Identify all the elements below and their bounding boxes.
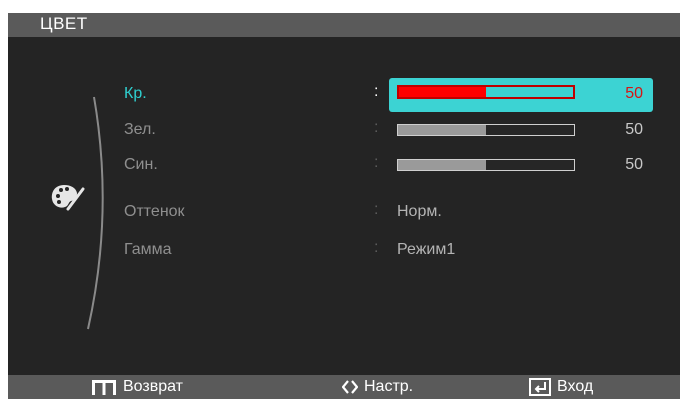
palette-icon bbox=[51, 185, 85, 211]
red-value: 50 bbox=[625, 85, 643, 102]
enter-icon bbox=[529, 378, 551, 396]
menu-item-gamma[interactable]: Гамма bbox=[124, 241, 172, 259]
separator: : bbox=[374, 83, 379, 100]
separator: : bbox=[374, 154, 379, 171]
blue-slider-fill bbox=[398, 160, 486, 170]
gamma-value: Режим1 bbox=[397, 241, 456, 258]
green-slider[interactable] bbox=[397, 124, 575, 136]
green-slider-fill bbox=[398, 125, 486, 135]
red-slider-fill bbox=[399, 87, 486, 97]
return-button[interactable]: Возврат bbox=[91, 375, 183, 399]
blue-slider[interactable] bbox=[397, 159, 575, 171]
red-slider[interactable] bbox=[397, 85, 575, 99]
menu-item-red[interactable]: Кр. bbox=[124, 85, 147, 103]
menu-item-tint[interactable]: Оттенок bbox=[124, 203, 185, 221]
left-right-arrow-icon bbox=[342, 380, 358, 394]
title-bar: ЦВЕТ bbox=[8, 13, 680, 37]
adjust-label: Настр. bbox=[364, 378, 414, 395]
green-value: 50 bbox=[625, 121, 643, 138]
button-guide-bar: Возврат Настр. Вход bbox=[8, 375, 680, 399]
separator: : bbox=[374, 201, 379, 218]
enter-button[interactable]: Вход bbox=[529, 375, 593, 399]
tint-value: Норм. bbox=[397, 203, 442, 220]
menu-item-blue[interactable]: Син. bbox=[124, 156, 158, 174]
blue-value: 50 bbox=[625, 156, 643, 173]
osd-panel: ЦВЕТ Кр. : 50 Зел. : 50 Син. : 50 Оттено… bbox=[8, 13, 680, 399]
separator: : bbox=[374, 119, 379, 136]
adjust-button[interactable]: Настр. bbox=[342, 375, 413, 399]
menu-item-green[interactable]: Зел. bbox=[124, 121, 156, 139]
bracket-divider bbox=[87, 96, 104, 330]
enter-label: Вход bbox=[557, 378, 594, 395]
menu-icon bbox=[92, 380, 116, 395]
separator: : bbox=[374, 239, 379, 256]
page-title: ЦВЕТ bbox=[40, 14, 88, 33]
return-label: Возврат bbox=[123, 378, 183, 395]
